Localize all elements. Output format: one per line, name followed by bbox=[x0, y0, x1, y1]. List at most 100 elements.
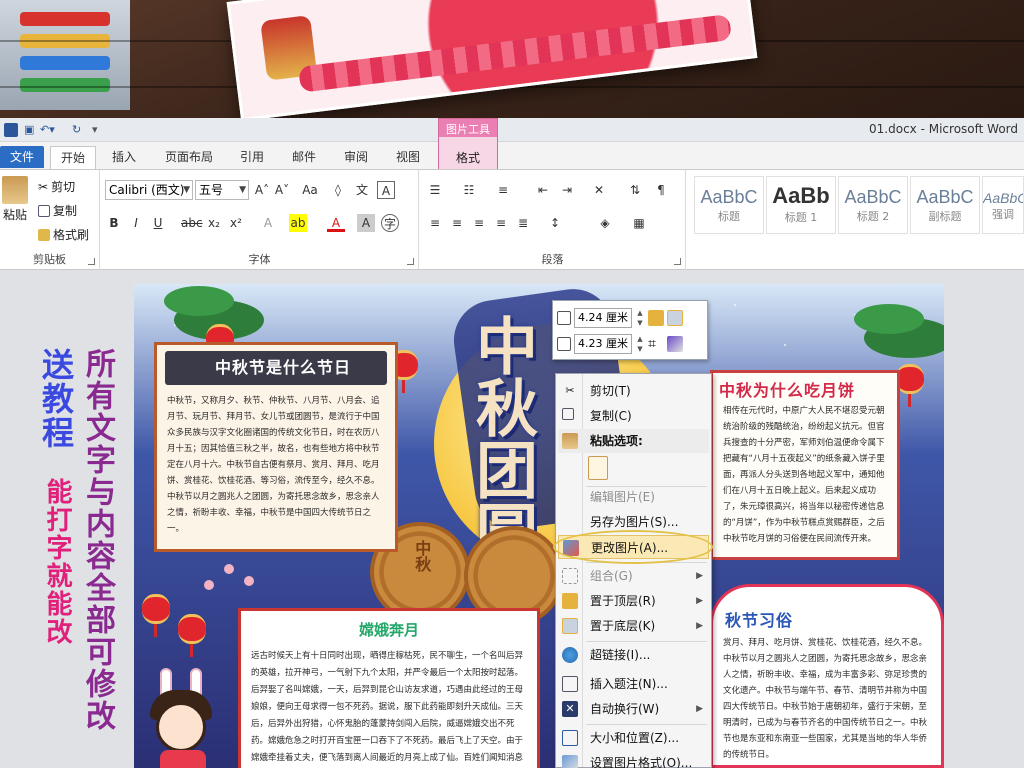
clipboard-launcher-icon[interactable] bbox=[88, 258, 95, 265]
paste-button[interactable]: 粘贴 bbox=[2, 176, 28, 223]
cut-button[interactable]: ✂ 剪切 bbox=[38, 178, 75, 195]
tab-review[interactable]: 审阅 bbox=[336, 146, 376, 168]
style-heading-2[interactable]: AaBbC 标题 2 bbox=[838, 176, 908, 234]
undo-icon[interactable]: ↶▾ bbox=[40, 121, 55, 139]
menu-bring-to-front[interactable]: 置于顶层(R) ▶ bbox=[558, 589, 709, 613]
picture-styles-icon[interactable] bbox=[667, 336, 683, 352]
numbering-icon[interactable]: ☷ bbox=[460, 181, 478, 199]
tab-file[interactable]: 文件 bbox=[0, 146, 44, 168]
menu-bring-to-front-label: 置于顶层(R) bbox=[590, 594, 656, 608]
tab-mailings[interactable]: 邮件 bbox=[284, 146, 324, 168]
show-marks-icon[interactable]: ¶ bbox=[652, 181, 670, 199]
menu-hyperlink[interactable]: 超链接(I)... bbox=[558, 643, 709, 667]
copy-button[interactable]: 复制 bbox=[38, 202, 77, 219]
menu-size-position[interactable]: 大小和位置(Z)... bbox=[558, 726, 709, 750]
height-spinner[interactable]: ▲ ▼ bbox=[635, 308, 645, 328]
save-icon[interactable]: ▣ bbox=[24, 121, 34, 139]
char-border-icon[interactable]: A bbox=[377, 181, 395, 199]
cut-label: 剪切 bbox=[51, 180, 76, 194]
decrease-indent-icon[interactable]: ⇤ bbox=[534, 181, 552, 199]
font-launcher-icon[interactable] bbox=[407, 258, 414, 265]
style-subtitle[interactable]: AaBbC 副标题 bbox=[910, 176, 980, 234]
bullets-icon[interactable]: ☰ bbox=[426, 181, 444, 199]
style-title[interactable]: AaBbC 标题 bbox=[694, 176, 764, 234]
bold-icon[interactable]: B bbox=[105, 214, 123, 232]
font-color-icon[interactable]: A bbox=[327, 214, 345, 232]
align-right-icon[interactable]: ≡ bbox=[470, 214, 488, 232]
char-shading-icon[interactable]: A bbox=[357, 214, 375, 232]
menu-hyperlink-label: 超链接(I)... bbox=[590, 648, 651, 662]
enclose-char-icon[interactable]: 字 bbox=[381, 214, 399, 232]
menu-wrap-text[interactable]: ✕ 自动换行(W) ▶ bbox=[558, 697, 709, 721]
distributed-icon[interactable]: ≣ bbox=[514, 214, 532, 232]
menu-wrap-text-label: 自动换行(W) bbox=[590, 702, 660, 716]
tab-page-layout[interactable]: 页面布局 bbox=[158, 146, 220, 168]
menu-send-to-back[interactable]: 置于底层(K) ▶ bbox=[558, 614, 709, 638]
borders-icon[interactable]: ▦ bbox=[630, 214, 648, 232]
italic-icon[interactable]: I bbox=[127, 214, 145, 232]
highlight-icon[interactable]: ab bbox=[289, 214, 307, 232]
multilevel-list-icon[interactable]: ≡ bbox=[494, 181, 512, 199]
width-input[interactable]: 4.23 厘米 bbox=[574, 334, 632, 354]
shading-icon[interactable]: ◈ bbox=[596, 214, 614, 232]
font-size-select[interactable]: 五号 ▼ bbox=[195, 180, 249, 200]
bring-to-front-icon bbox=[562, 593, 578, 609]
menu-save-as-picture-label: 另存为图片(S)... bbox=[590, 515, 679, 529]
crop-icon[interactable]: ⌗ bbox=[648, 336, 664, 352]
word-app-icon[interactable] bbox=[4, 123, 18, 137]
chinese-layout-icon[interactable]: ✕ bbox=[590, 181, 608, 199]
strikethrough-icon[interactable]: abc bbox=[181, 214, 203, 232]
bring-forward-icon[interactable] bbox=[648, 310, 664, 326]
style-preview: AaBb bbox=[772, 183, 830, 208]
sort-icon[interactable]: ⇅ bbox=[626, 181, 644, 199]
format-painter-button[interactable]: 格式刷 bbox=[38, 226, 89, 243]
menu-insert-caption[interactable]: 插入题注(N)... bbox=[558, 672, 709, 696]
grow-font-icon[interactable]: A˄ bbox=[253, 181, 271, 199]
text-effects-icon[interactable]: A bbox=[259, 214, 277, 232]
style-heading-1[interactable]: AaBb 标题 1 bbox=[766, 176, 836, 234]
panel-what-is-festival[interactable]: 中秋节是什么节日 中秋节，又称月夕、秋节、仲秋节、八月节、八月会、追月节、玩月节… bbox=[154, 342, 398, 552]
style-name: 强调 bbox=[992, 208, 1014, 221]
menu-cut[interactable]: ✂ 剪切(T) bbox=[558, 379, 709, 403]
menu-edit-picture[interactable]: 编辑图片(E) bbox=[558, 485, 709, 509]
font-family-select[interactable]: Calibri (西文) ▼ bbox=[105, 180, 193, 200]
menu-paste-options: 粘贴选项: bbox=[558, 429, 709, 453]
phonetic-guide-icon[interactable]: 文 bbox=[353, 181, 371, 199]
clear-format-icon[interactable]: ◊ bbox=[329, 181, 347, 199]
redo-icon[interactable]: ↻ bbox=[72, 121, 81, 139]
width-icon bbox=[557, 337, 571, 351]
paste-keep-source-button[interactable] bbox=[558, 454, 709, 482]
wrap-text-icon: ✕ bbox=[562, 701, 578, 717]
picture-tools-tab[interactable]: 图片工具 格式 bbox=[438, 118, 498, 170]
send-backward-icon[interactable] bbox=[667, 310, 683, 326]
panel-change-ben-yue[interactable]: 嫦娥奔月 远古时候天上有十日同时出现，晒得庄稼枯死，民不聊生，一个名叫后羿的英雄… bbox=[238, 608, 540, 768]
tab-format[interactable]: 格式 bbox=[439, 149, 497, 166]
align-center-icon[interactable]: ≡ bbox=[448, 214, 466, 232]
underline-icon[interactable]: U bbox=[149, 214, 167, 232]
panel-festival-customs[interactable]: 秋节习俗 赏月、拜月、吃月饼、赏桂花、饮桂花酒，经久不息。中秋节以月之圆兆人之团… bbox=[710, 584, 944, 768]
change-case-icon[interactable]: Aa bbox=[301, 181, 319, 199]
copy-label: 复制 bbox=[53, 204, 78, 218]
panel-why-mooncakes[interactable]: 中秋为什么吃月饼 相传在元代时，中原广大人民不堪忍受元朝统治阶级的残酷统治，纷纷… bbox=[710, 370, 900, 560]
height-input[interactable]: 4.24 厘米 bbox=[574, 308, 632, 328]
tab-view[interactable]: 视图 bbox=[388, 146, 428, 168]
menu-format-picture[interactable]: 设置图片格式(O)... bbox=[558, 751, 709, 768]
tab-insert[interactable]: 插入 bbox=[104, 146, 144, 168]
line-spacing-icon[interactable]: ↕ bbox=[546, 214, 564, 232]
menu-copy[interactable]: 复制(C) bbox=[558, 404, 709, 428]
align-left-icon[interactable]: ≡ bbox=[426, 214, 444, 232]
superscript-icon[interactable]: x² bbox=[227, 214, 245, 232]
menu-group[interactable]: 组合(G) ▶ bbox=[558, 564, 709, 588]
tab-references[interactable]: 引用 bbox=[232, 146, 272, 168]
justify-icon[interactable]: ≡ bbox=[492, 214, 510, 232]
increase-indent-icon[interactable]: ⇥ bbox=[558, 181, 576, 199]
height-icon bbox=[557, 311, 571, 325]
style-emphasis[interactable]: AaBbC 强调 bbox=[982, 176, 1024, 234]
mid-autumn-poster[interactable]: 中秋团圆 中秋 中秋节是什么节日 中秋节，又称月夕、秋节、仲秋节、八月节、八月会… bbox=[134, 284, 944, 768]
customize-qat-icon[interactable]: ▾ bbox=[92, 121, 98, 139]
width-spinner[interactable]: ▲ ▼ bbox=[635, 334, 645, 354]
paragraph-launcher-icon[interactable] bbox=[674, 258, 681, 265]
shrink-font-icon[interactable]: A˅ bbox=[273, 181, 291, 199]
tab-home[interactable]: 开始 bbox=[50, 146, 96, 171]
subscript-icon[interactable]: x₂ bbox=[205, 214, 223, 232]
